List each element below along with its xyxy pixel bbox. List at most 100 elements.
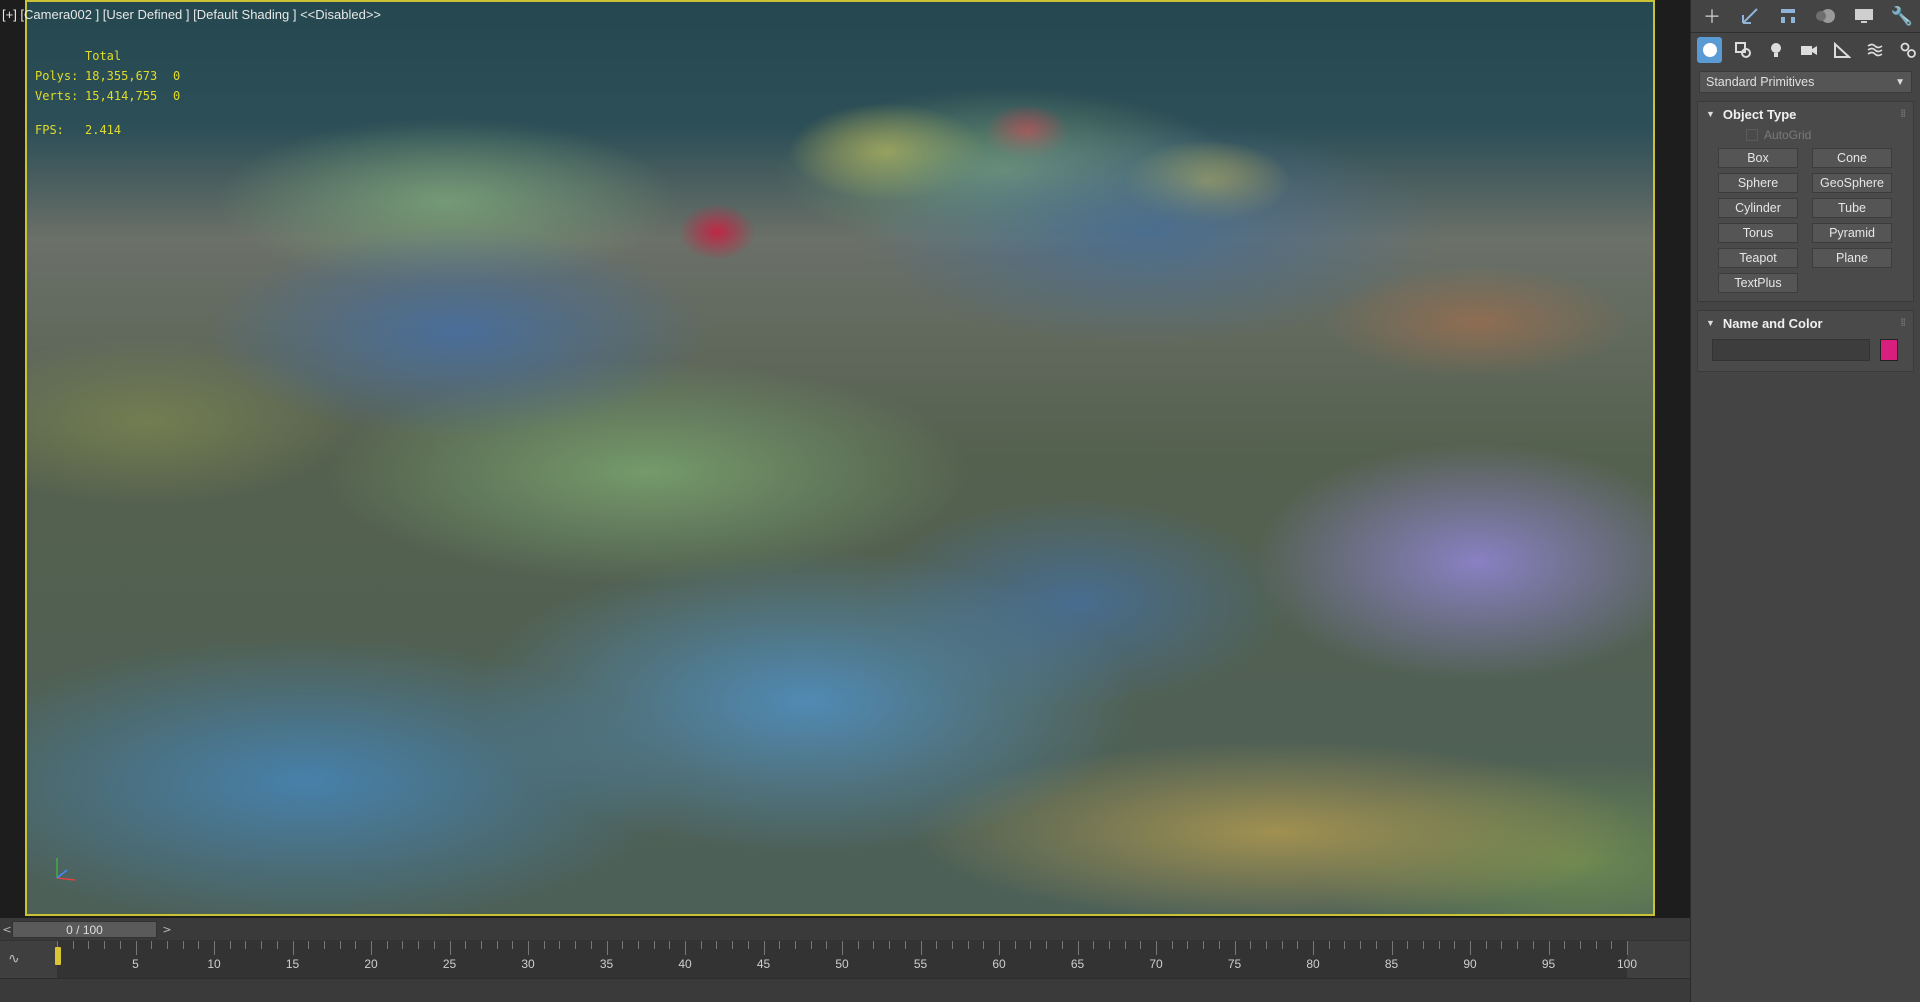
track-tick <box>1108 941 1110 949</box>
camera-viewport[interactable]: Total Polys: 18,355,673 0 Verts: 15,414,755… <box>25 0 1655 916</box>
autogrid-checkbox[interactable]: AutoGrid <box>1698 126 1913 146</box>
space-warps-icon[interactable] <box>1862 37 1887 63</box>
track-tick <box>1156 941 1157 955</box>
rollout-grip-icon[interactable]: ⁞⁞ <box>1900 109 1906 120</box>
cameras-camera-icon[interactable] <box>1796 37 1821 63</box>
display-tab-icon[interactable] <box>1849 3 1879 29</box>
name-and-color-rollout-header[interactable]: ▼ Name and Color ⁞⁞ <box>1698 311 1913 335</box>
track-tick <box>261 941 263 949</box>
geosphere-button[interactable]: GeoSphere <box>1812 173 1892 193</box>
track-tick <box>685 941 686 955</box>
track-tick <box>794 941 796 949</box>
collapse-triangle-icon: ▼ <box>1706 318 1715 328</box>
viewport-area: [+] [Camera002 ] [User Defined ] [Defaul… <box>0 0 1690 918</box>
track-tick <box>402 941 404 949</box>
track-tick <box>245 941 247 949</box>
track-tick <box>1203 941 1205 949</box>
track-tick <box>1093 941 1095 949</box>
track-tick <box>637 941 639 949</box>
sphere-button[interactable]: Sphere <box>1718 173 1798 193</box>
geometry-sphere-icon[interactable] <box>1697 37 1722 63</box>
object-color-swatch[interactable] <box>1880 339 1898 361</box>
track-tick <box>1250 941 1252 949</box>
track-tick <box>1171 941 1173 949</box>
box-button[interactable]: Box <box>1718 148 1798 168</box>
track-tick <box>873 941 875 949</box>
hierarchy-tab-icon[interactable] <box>1773 3 1803 29</box>
track-tick <box>904 941 906 949</box>
track-tick <box>1391 941 1393 955</box>
stats-header: Total <box>85 49 122 63</box>
track-tick <box>88 941 90 949</box>
utilities-tab-wrench-icon[interactable]: 🔧 <box>1887 3 1917 29</box>
track-tick-label: 70 <box>1149 957 1163 971</box>
track-tick-label: 75 <box>1227 957 1242 971</box>
track-tick <box>1124 941 1126 949</box>
track-tick <box>920 941 922 955</box>
object-type-rollout-header[interactable]: ▼ Object Type ⁞⁞ <box>1698 102 1913 126</box>
name-and-color-title: Name and Color <box>1722 315 1823 331</box>
torus-button[interactable]: Torus <box>1718 223 1798 243</box>
track-tick <box>1470 941 1471 955</box>
track-tick <box>653 941 655 949</box>
fps-label: FPS: <box>35 123 64 137</box>
helpers-tape-icon[interactable] <box>1829 37 1854 63</box>
track-tick <box>1313 941 1314 955</box>
track-tick <box>1375 941 1377 949</box>
shapes-icon[interactable] <box>1730 37 1755 63</box>
create-tab-plus-icon[interactable]: ＋ <box>1697 3 1727 29</box>
object-name-input[interactable] <box>1712 339 1870 361</box>
tube-button[interactable]: Tube <box>1812 198 1892 218</box>
track-tick <box>559 941 561 949</box>
modify-tab-icon[interactable] <box>1735 3 1765 29</box>
cone-button[interactable]: Cone <box>1812 148 1892 168</box>
motion-tab-icon[interactable] <box>1811 3 1841 29</box>
polys-selected: 0 <box>173 69 181 83</box>
track-tick <box>1407 941 1409 949</box>
track-tick <box>1281 941 1283 949</box>
track-tick <box>496 941 498 949</box>
time-slider-row: < 0 / 100 > <box>0 918 1690 940</box>
current-frame-marker[interactable] <box>55 947 61 965</box>
pyramid-button[interactable]: Pyramid <box>1812 223 1892 243</box>
time-slider[interactable]: 0 / 100 <box>12 921 157 938</box>
viewport-label[interactable]: [+] [Camera002 ] [User Defined ] [Defaul… <box>2 7 381 22</box>
track-tick <box>371 941 372 955</box>
track-tick <box>967 941 969 949</box>
track-bar-ruler[interactable]: 5 10 15 20 25 30 35 40 45 50 55 60 65 70 75 80 85 90 95 100 <box>57 941 1637 979</box>
track-tick <box>1265 941 1267 949</box>
polys-label: Polys: <box>35 69 79 83</box>
autogrid-checkbox-box[interactable] <box>1746 129 1758 141</box>
chevron-down-icon: ▼ <box>1895 76 1905 88</box>
track-tick <box>1140 941 1142 949</box>
track-tick <box>1579 941 1581 949</box>
track-tick <box>480 941 482 949</box>
track-tick <box>214 941 215 955</box>
rollout-grip-icon[interactable]: ⁞⁞ <box>1900 318 1906 329</box>
plane-button[interactable]: Plane <box>1812 248 1892 268</box>
primitive-category-dropdown[interactable]: Standard Primitives ▼ <box>1699 71 1912 93</box>
category-selected-value: Standard Primitives <box>1706 75 1815 89</box>
track-tick-label: 50 <box>835 957 849 971</box>
teapot-button[interactable]: Teapot <box>1718 248 1798 268</box>
track-tick-label: 10 <box>207 957 221 971</box>
track-tick <box>826 941 828 949</box>
cylinder-button[interactable]: Cylinder <box>1718 198 1798 218</box>
track-tick <box>543 941 545 949</box>
textplus-button[interactable]: TextPlus <box>1718 273 1798 293</box>
track-tick <box>433 941 435 949</box>
lights-bulb-icon[interactable] <box>1763 37 1788 63</box>
track-tick <box>732 941 734 949</box>
track-tick <box>166 941 168 949</box>
track-tick <box>276 941 278 949</box>
command-panel-tabs: ＋ 🔧 <box>1691 0 1920 33</box>
mini-curve-editor-icon[interactable]: ∿ <box>8 951 20 967</box>
track-tick <box>669 941 671 949</box>
max-app-window: [+] [Camera002 ] [User Defined ] [Defaul… <box>0 0 1920 1002</box>
track-tick-label: 20 <box>364 957 378 971</box>
track-tick-label: 25 <box>442 957 457 971</box>
systems-gear-icon[interactable] <box>1895 37 1920 63</box>
track-tick <box>182 941 184 949</box>
fps-value: 2.414 <box>85 123 122 137</box>
time-next-arrow[interactable]: > <box>160 921 174 938</box>
